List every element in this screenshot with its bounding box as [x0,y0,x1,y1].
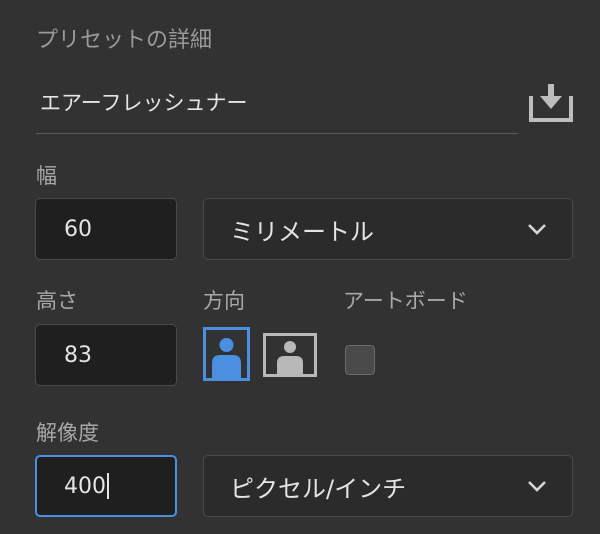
preset-details-title: プリセットの詳細 [36,28,213,53]
resolution-label: 解像度 [36,421,99,445]
resolution-input[interactable]: 400 [35,455,177,517]
preset-name-field[interactable]: エアーフレッシュナー [40,87,247,117]
chevron-down-icon [528,224,546,235]
resolution-value: 400 [64,473,106,499]
width-unit-select[interactable]: ミリメートル [203,198,573,260]
preset-name-underline [36,133,518,134]
width-input[interactable]: 60 [35,198,177,260]
height-label: 高さ [36,289,78,313]
artboard-checkbox[interactable] [345,345,375,375]
resolution-unit-select[interactable]: ピクセル/インチ [203,455,573,517]
height-input[interactable]: 83 [35,324,177,386]
width-unit-value: ミリメートル [230,217,374,246]
portrait-icon [203,327,250,381]
width-label: 幅 [36,164,57,188]
resolution-unit-value: ピクセル/インチ [230,474,407,503]
landscape-orientation-button[interactable] [263,333,317,377]
text-caret [107,473,109,499]
save-preset-icon [529,84,573,122]
artboard-label: アートボード [343,289,468,313]
width-value: 60 [64,216,92,242]
orientation-label: 方向 [203,289,245,313]
save-preset-button[interactable] [528,80,574,124]
portrait-orientation-button[interactable] [203,327,250,381]
landscape-icon [263,333,317,377]
height-value: 83 [64,342,92,368]
chevron-down-icon [528,481,546,492]
